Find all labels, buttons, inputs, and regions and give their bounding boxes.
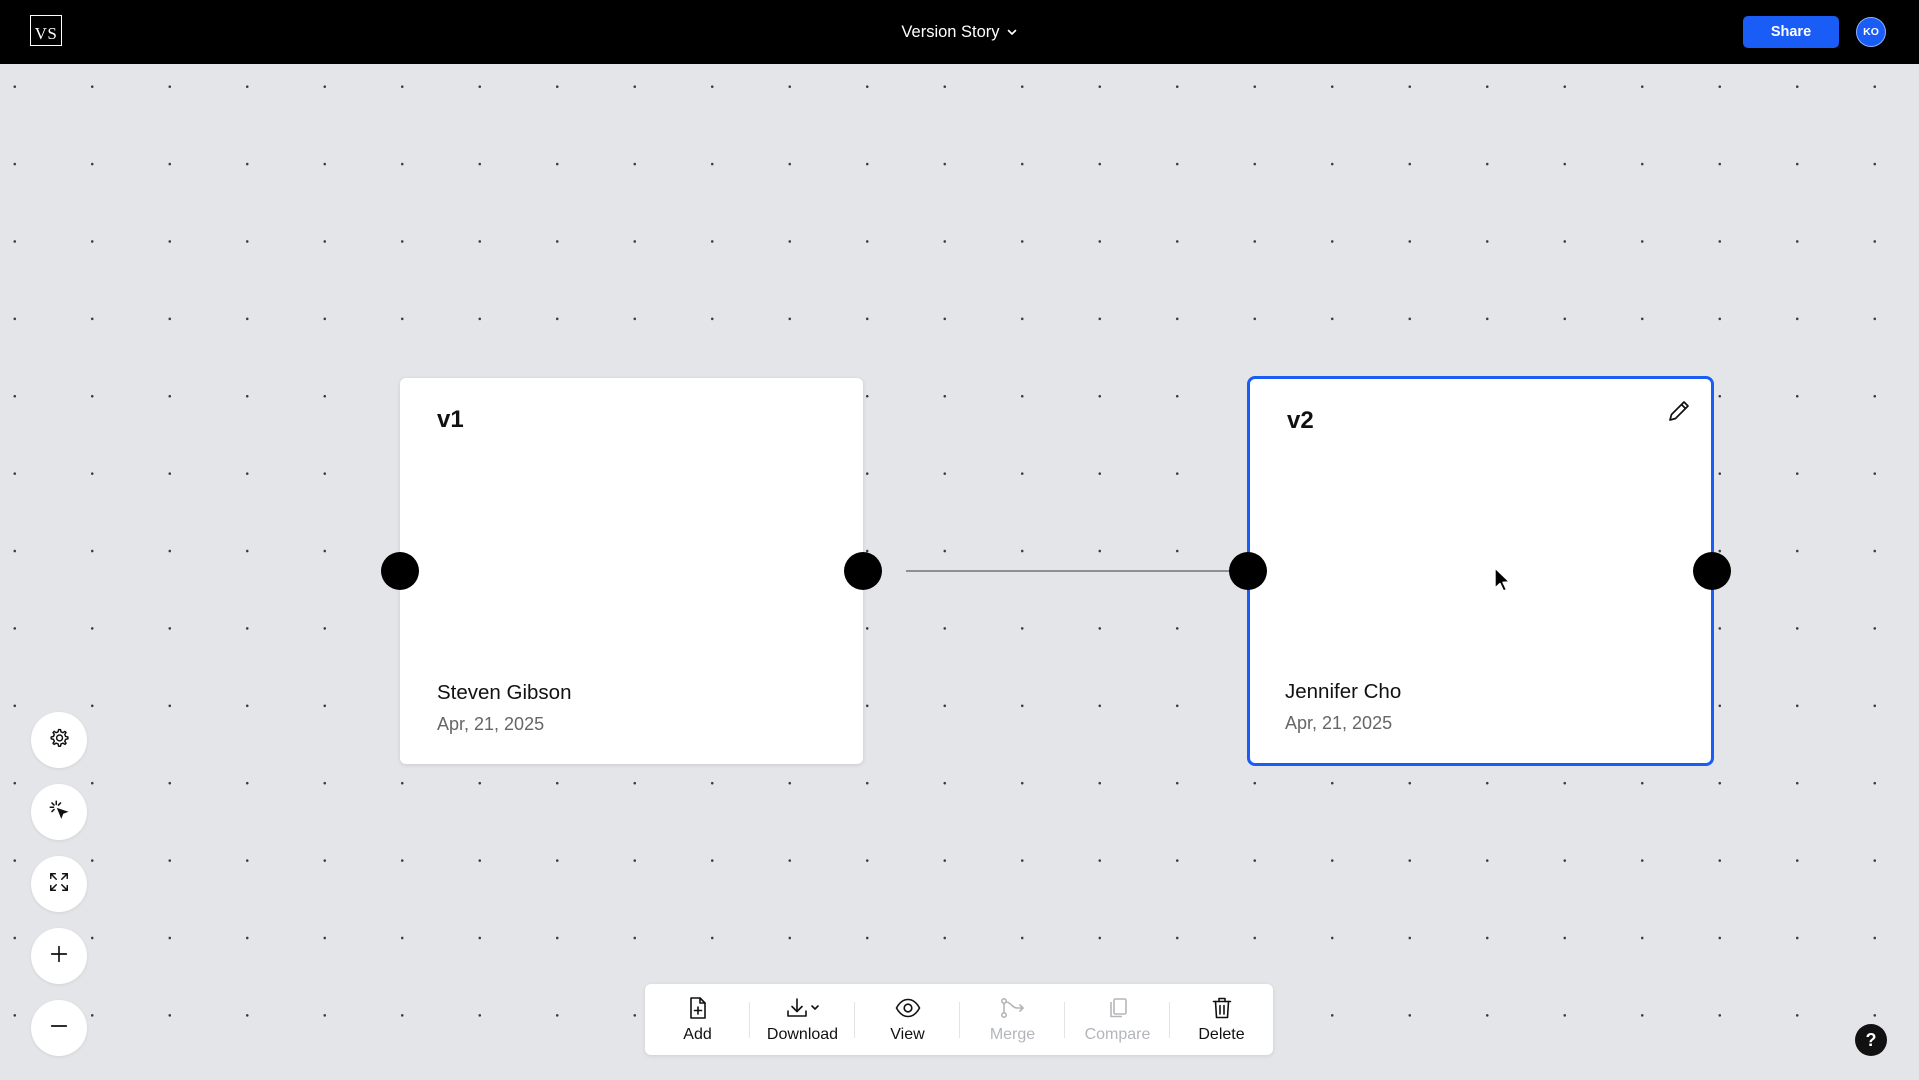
fit-view-button[interactable]	[31, 856, 87, 912]
top-bar: VS Version Story Share KO	[0, 0, 1919, 64]
mouse-cursor-icon	[1493, 566, 1513, 594]
node-date: Apr, 21, 2025	[1285, 713, 1393, 733]
download-button[interactable]: Download	[750, 984, 855, 1055]
download-icon	[786, 995, 820, 1021]
view-label: View	[890, 1026, 925, 1043]
zoom-out-button[interactable]	[31, 1000, 87, 1056]
chevron-down-icon	[1006, 26, 1018, 38]
help-button[interactable]: ?	[1855, 1024, 1887, 1056]
view-button[interactable]: View	[855, 984, 960, 1055]
action-toolbar: Add Download View Merge Compare Delete	[645, 984, 1273, 1055]
share-button[interactable]: Share	[1743, 16, 1839, 48]
compare-label: Compare	[1084, 1026, 1151, 1043]
trash-icon	[1211, 995, 1233, 1021]
version-connector	[906, 570, 1248, 572]
compare-button[interactable]: Compare	[1065, 984, 1170, 1055]
doc-title-dropdown[interactable]: Version Story	[901, 23, 1017, 42]
download-label: Download	[766, 1026, 839, 1043]
eye-icon	[895, 995, 921, 1021]
zoom-in-icon	[48, 943, 70, 970]
app-logo[interactable]: VS	[30, 15, 62, 46]
delete-label: Delete	[1198, 1026, 1245, 1043]
pencil-icon[interactable]	[1665, 397, 1693, 425]
add-label: Add	[683, 1026, 712, 1043]
merge-button[interactable]: Merge	[960, 984, 1065, 1055]
zoom-out-icon	[48, 1015, 70, 1042]
magic-select-icon	[48, 799, 70, 826]
node-author: Steven Gibson	[437, 681, 572, 704]
settings-button[interactable]	[31, 712, 87, 768]
node-title: v1	[437, 406, 464, 433]
zoom-in-button[interactable]	[31, 928, 87, 984]
merge-label: Merge	[989, 1026, 1036, 1043]
smart-select-button[interactable]	[31, 784, 87, 840]
add-button[interactable]: Add	[645, 984, 750, 1055]
node-v2-input-handle[interactable]	[1229, 552, 1267, 590]
node-v1-input-handle[interactable]	[381, 552, 419, 590]
node-date: Apr, 21, 2025	[437, 714, 545, 734]
version-node-v2[interactable]: v2 Jennifer Cho Apr, 21, 2025	[1247, 376, 1714, 766]
node-author: Jennifer Cho	[1285, 680, 1402, 703]
node-v2-output-handle[interactable]	[1693, 552, 1731, 590]
node-v1-output-handle[interactable]	[844, 552, 882, 590]
fit-view-icon	[48, 871, 70, 898]
logo-text: VS	[34, 24, 58, 43]
avatar[interactable]: KO	[1856, 17, 1886, 47]
doc-title: Version Story	[901, 22, 1000, 41]
node-title: v2	[1287, 407, 1314, 434]
merge-icon	[1000, 995, 1026, 1021]
file-add-icon	[687, 995, 709, 1021]
delete-button[interactable]: Delete	[1170, 984, 1273, 1055]
doc-title-area: Version Story	[0, 0, 1919, 64]
compare-icon	[1107, 995, 1129, 1021]
gear-icon	[48, 727, 70, 754]
version-node-v1[interactable]: v1 Steven Gibson Apr, 21, 2025	[400, 378, 863, 764]
